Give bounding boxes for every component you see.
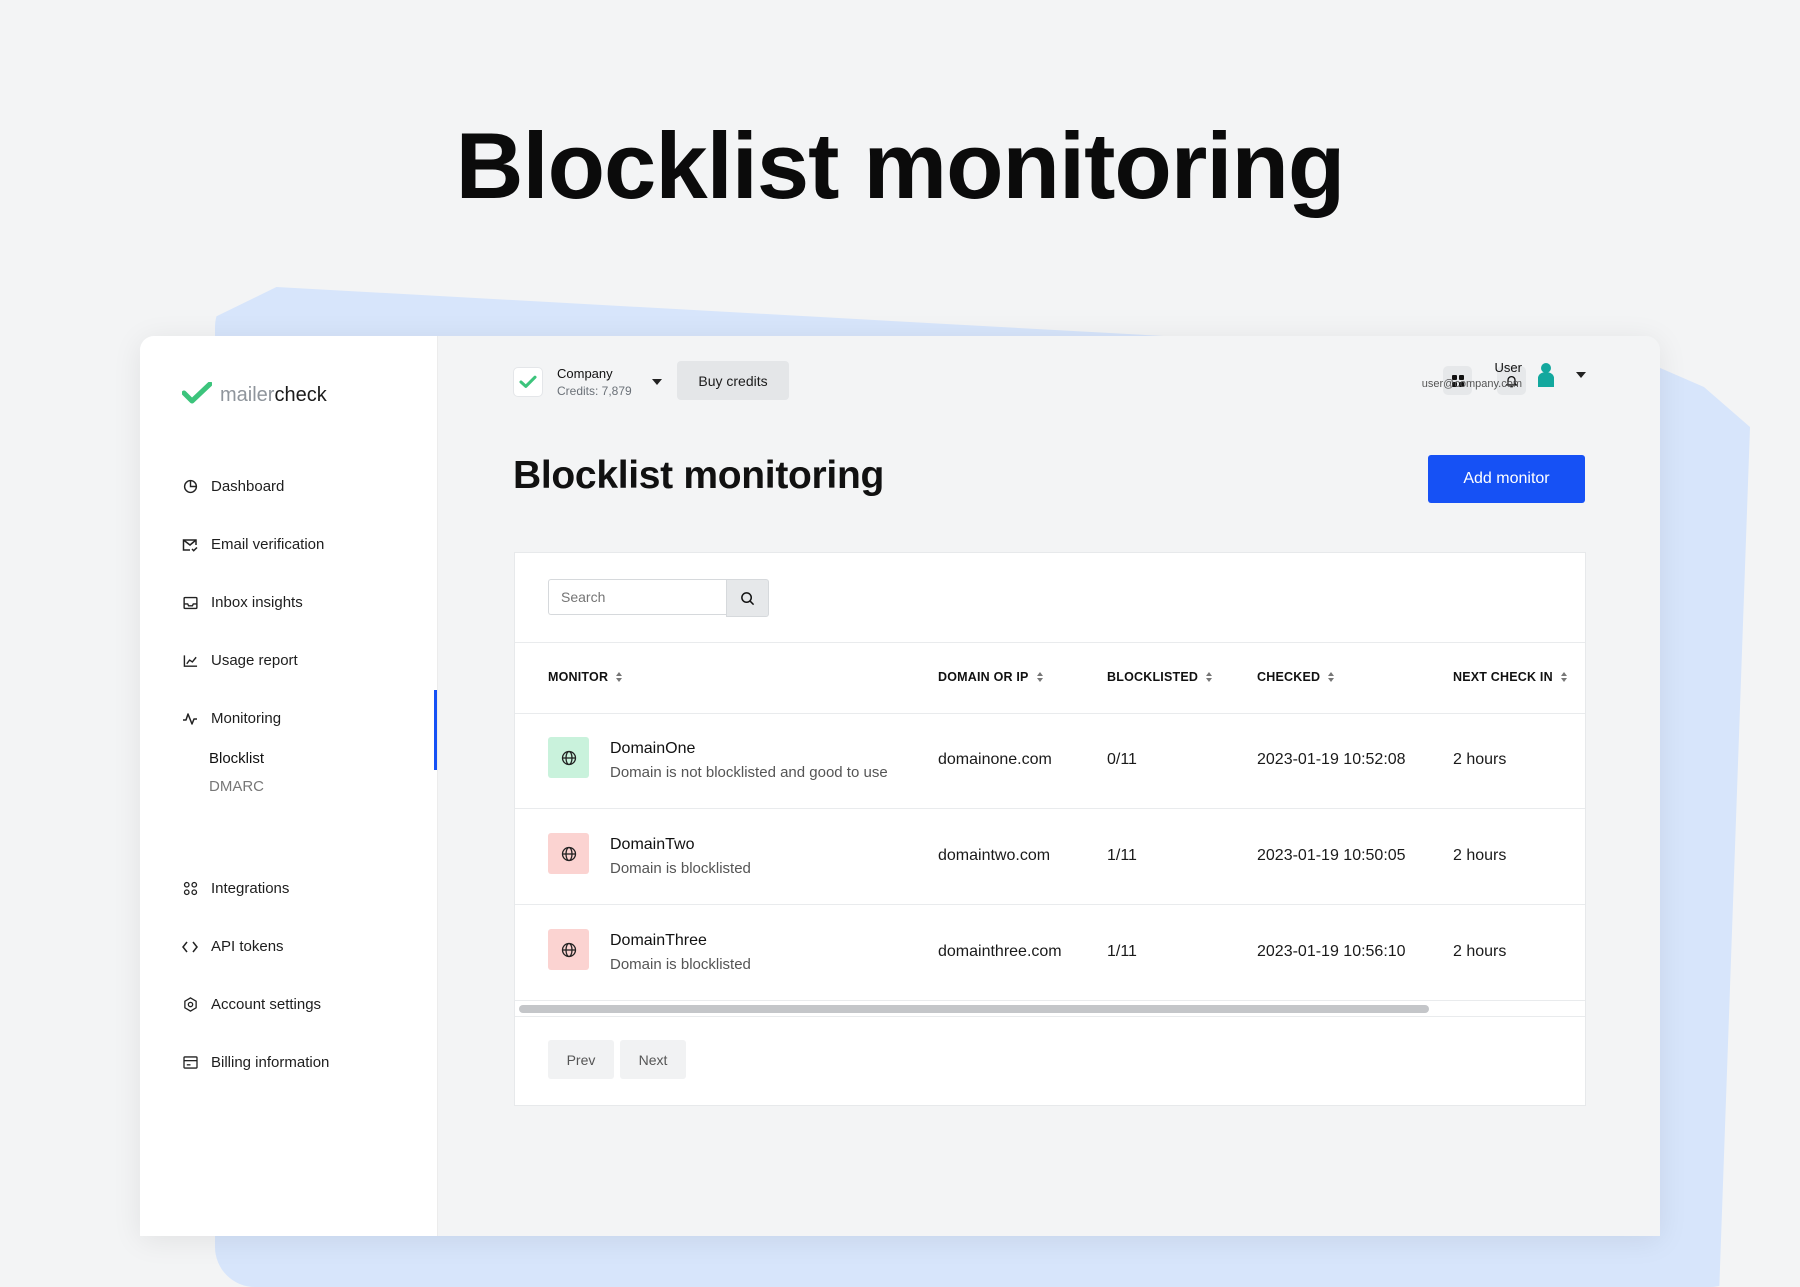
add-monitor-button[interactable]: Add monitor (1428, 455, 1585, 503)
column-header-domain[interactable]: DOMAIN OR IP (938, 670, 1043, 684)
prev-page-button[interactable]: Prev (548, 1040, 614, 1079)
column-header-monitor[interactable]: MONITOR (548, 670, 623, 684)
monitor-status-text: Domain is blocklisted (610, 956, 751, 973)
table-header: MONITOR DOMAIN OR IP BLOCKLISTED CHECKED… (515, 642, 1585, 714)
next-page-button[interactable]: Next (620, 1040, 686, 1079)
sidebar-item-email-verification[interactable]: Email verification (182, 536, 324, 553)
monitor-status-text: Domain is not blocklisted and good to us… (610, 764, 888, 781)
page-title: Blocklist monitoring (513, 454, 885, 497)
monitor-name[interactable]: DomainOne (610, 740, 695, 758)
monitor-status-text: Domain is blocklisted (610, 860, 751, 877)
sort-icon (616, 672, 623, 682)
sort-icon (1206, 672, 1213, 682)
sidebar-subitem-blocklist[interactable]: Blocklist (209, 750, 264, 767)
search-button[interactable] (726, 579, 769, 617)
domain-cell: domaintwo.com (938, 847, 1051, 864)
checked-cell: 2023-01-19 10:56:10 (1257, 943, 1406, 960)
sidebar-item-billing-information[interactable]: Billing information (182, 1054, 329, 1071)
column-header-blocklisted[interactable]: BLOCKLISTED (1107, 670, 1213, 684)
search-input[interactable] (548, 579, 726, 615)
column-header-next-check[interactable]: NEXT CHECK IN (1453, 670, 1567, 684)
next-check-cell: 2 hours (1453, 943, 1507, 960)
user-menu[interactable]: User user@company.com (1422, 360, 1586, 390)
sidebar-item-label: Integrations (211, 880, 290, 897)
integrations-icon (182, 881, 198, 897)
sidebar-item-inbox-insights[interactable]: Inbox insights (182, 594, 303, 611)
sidebar: mailercheck Dashboard Email verification… (140, 336, 438, 1236)
sort-icon (1328, 672, 1335, 682)
company-logo-icon (513, 367, 543, 397)
sort-icon (1036, 672, 1043, 682)
inbox-icon (182, 595, 198, 611)
horizontal-scrollbar[interactable] (515, 1001, 1585, 1017)
credits-count: Credits: 7,879 (557, 384, 632, 398)
buy-credits-button[interactable]: Buy credits (677, 361, 789, 400)
user-email: user@company.com (1421, 378, 1522, 390)
app-window: mailercheck Dashboard Email verification… (140, 336, 1660, 1236)
sidebar-item-integrations[interactable]: Integrations (182, 880, 289, 897)
scrollbar-thumb[interactable] (519, 1005, 1429, 1013)
monitor-name[interactable]: DomainThree (610, 932, 707, 950)
sidebar-item-dashboard[interactable]: Dashboard (182, 478, 284, 495)
checked-cell: 2023-01-19 10:52:08 (1257, 751, 1406, 768)
globe-icon (548, 737, 589, 778)
logo-text: mailercheck (220, 384, 327, 406)
sidebar-item-label: API tokens (211, 938, 284, 955)
next-check-cell: 2 hours (1453, 751, 1507, 768)
blocklisted-cell: 1/11 (1107, 847, 1137, 864)
user-icon (1538, 363, 1554, 387)
sidebar-item-label: Email verification (211, 536, 325, 553)
settings-icon (182, 997, 198, 1013)
blocklisted-cell: 1/11 (1107, 943, 1137, 960)
code-icon (182, 939, 198, 955)
table-row[interactable]: DomainThree Domain is blocklisted domain… (515, 905, 1585, 1001)
column-header-checked[interactable]: CHECKED (1257, 670, 1335, 684)
sidebar-item-label: Billing information (211, 1054, 330, 1071)
activity-icon (182, 711, 198, 727)
sidebar-subitem-dmarc[interactable]: DMARC (209, 778, 264, 795)
avatar (1532, 360, 1560, 390)
table-row[interactable]: DomainOne Domain is not blocklisted and … (515, 713, 1585, 809)
chart-pie-icon (182, 479, 198, 495)
globe-icon (548, 833, 589, 874)
globe-icon (548, 929, 589, 970)
main-content: Company Credits: 7,879 Buy credits User … (437, 336, 1660, 1236)
blocklisted-cell: 0/11 (1107, 751, 1137, 768)
mail-check-icon (182, 537, 198, 553)
sidebar-item-label: Monitoring (211, 710, 282, 727)
sidebar-item-monitoring[interactable]: Monitoring (182, 710, 281, 727)
search-icon (741, 591, 755, 605)
sidebar-item-account-settings[interactable]: Account settings (182, 996, 321, 1013)
logo-check-icon (181, 381, 213, 409)
domain-cell: domainthree.com (938, 943, 1062, 960)
sidebar-item-label: Dashboard (211, 478, 285, 495)
sidebar-item-usage-report[interactable]: Usage report (182, 652, 298, 669)
domain-cell: domainone.com (938, 751, 1052, 768)
company-switcher[interactable]: Company Credits: 7,879 (513, 366, 662, 398)
sidebar-item-api-tokens[interactable]: API tokens (182, 938, 284, 955)
hero-title: Blocklist monitoring (455, 113, 1346, 218)
next-check-cell: 2 hours (1453, 847, 1507, 864)
checked-cell: 2023-01-19 10:50:05 (1257, 847, 1406, 864)
sort-icon (1560, 672, 1567, 682)
search-bar (548, 579, 769, 617)
billing-icon (182, 1055, 198, 1071)
chevron-down-icon (1576, 372, 1586, 378)
monitors-card: MONITOR DOMAIN OR IP BLOCKLISTED CHECKED… (514, 552, 1586, 1106)
sidebar-item-label: Inbox insights (211, 594, 303, 611)
line-chart-icon (182, 653, 198, 669)
monitor-name[interactable]: DomainTwo (610, 836, 694, 854)
chevron-down-icon (651, 379, 662, 385)
logo[interactable]: mailercheck (181, 381, 327, 409)
user-name: User (1494, 360, 1522, 375)
sidebar-item-label: Account settings (211, 996, 322, 1013)
table-row[interactable]: DomainTwo Domain is blocklisted domaintw… (515, 809, 1585, 905)
company-name: Company (557, 366, 613, 381)
sidebar-item-label: Usage report (211, 652, 298, 669)
